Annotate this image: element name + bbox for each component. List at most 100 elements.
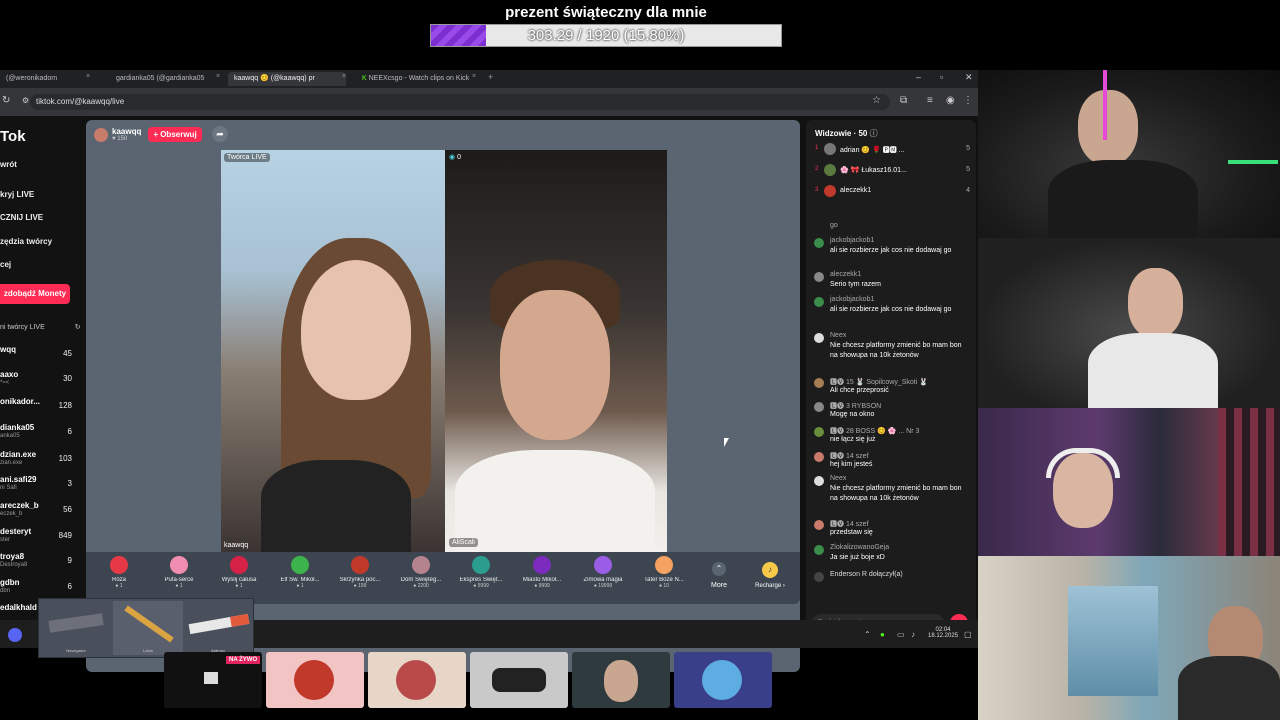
creator-item[interactable]: dianka05 anka05 6 [0, 422, 76, 444]
gift-item[interactable]: Skrzynka poc... ● 199 [332, 556, 388, 589]
top-viewer-row[interactable]: 3 aleczekk1 4 [812, 184, 972, 200]
mic-icon[interactable]: ● [880, 630, 885, 639]
creator-item[interactable]: gdbn dbn 6 [0, 577, 76, 599]
close-icon[interactable]: × [342, 73, 346, 80]
gift-item[interactable]: Elf Św. Mikoł... ● 1 [272, 556, 328, 589]
volume-icon[interactable]: ♪ [911, 630, 915, 639]
refresh-icon[interactable]: ↻ [75, 324, 81, 331]
creator-live-tag: Twórca LIVE [224, 153, 270, 162]
tray-clock[interactable]: 02:04 18.12.2025 [928, 627, 958, 639]
gift-item[interactable]: Pufa-serce ● 1 [151, 556, 207, 589]
close-icon[interactable]: × [472, 73, 476, 80]
close-icon[interactable]: × [216, 73, 220, 80]
minimize-icon[interactable]: – [916, 72, 921, 82]
creator-item[interactable]: areczek_b eczek_b 56 [0, 500, 76, 522]
gift-bar: Róża ● 1 Pufa-serce ● 1 Wyślij całusa ● 1 E… [86, 552, 800, 604]
mouse-cursor-icon [724, 438, 729, 447]
rifle-icon [48, 613, 104, 633]
reload-icon[interactable]: ↻ [2, 95, 10, 106]
creator-item[interactable]: troya8 Destroya8 9 [0, 551, 76, 573]
creators-title: ni twórcy LIVE ↻ [0, 324, 81, 331]
tab-gardianka[interactable]: gardianka05 (@gardianka05 [110, 72, 215, 86]
bottom-tile[interactable] [470, 652, 568, 708]
bottom-tile[interactable] [266, 652, 364, 708]
chat-panel: Widzowie · 50 ⓘ 1 adrian 😊 🌹 🅿🅼 ... 5 2 🌸 🎀… [806, 120, 976, 642]
weapon-card: Lotus [113, 601, 183, 655]
gift-item[interactable]: Róża ● 1 [91, 556, 147, 589]
chat-message: 🅻🅥 28 BOSS 😊 🌸 ... Nr 3 nie łącz się już [812, 426, 972, 446]
tab-kaawqq[interactable]: kaawqq 😊 (@kaawqq) pr [228, 72, 346, 86]
gift-item[interactable]: Miasto Mikoł... ● 9999 [514, 556, 570, 589]
creator-item[interactable]: desteryt ster 849 [0, 526, 76, 548]
profile-icon[interactable]: ◉ [946, 95, 955, 106]
tiktok-logo: Tok [0, 128, 26, 145]
gift-item[interactable]: Wyślij całusa ● 1 [211, 556, 267, 589]
nav-back[interactable]: wrót [0, 160, 17, 169]
tab-weronika[interactable]: (@weronikadom [0, 72, 90, 86]
person-head [1078, 90, 1138, 165]
creator-item[interactable]: aaxo *≈< 30 [0, 369, 76, 391]
extensions-icon[interactable]: ⧉ [900, 95, 907, 106]
avatar [702, 660, 742, 700]
creator-item[interactable]: dzian.exe zian.exe 103 [0, 449, 76, 471]
bookmark-star-icon[interactable]: ☆ [872, 95, 881, 106]
tray-chevron-icon[interactable]: ⌃ [864, 630, 871, 639]
nav-start-live[interactable]: CZNIJ LIVE [0, 213, 43, 222]
webcam-4 [978, 556, 1280, 720]
share-icon[interactable]: ➦ [212, 126, 228, 142]
kiss-icon [230, 556, 248, 574]
close-window-icon[interactable]: ✕ [965, 72, 973, 83]
gift-box-icon [351, 556, 369, 574]
discord-icon[interactable] [8, 628, 22, 642]
media-icon[interactable]: ≡ [927, 95, 933, 106]
gift-item[interactable]: Dom Święteg... ● 2200 [393, 556, 449, 589]
bottom-tile[interactable] [572, 652, 670, 708]
tab-neexcsgo[interactable]: K NEEXcsgo - Watch clips on Kick [356, 72, 471, 86]
more-gifts-button[interactable]: ⌃ More [704, 562, 734, 589]
heart-puff-icon [170, 556, 188, 574]
network-icon[interactable]: ▭ [897, 630, 905, 639]
creator-item[interactable]: ani.safi29 ni Safi 3 [0, 474, 76, 496]
nav-creator-tools[interactable]: zędzia twórcy [0, 237, 52, 246]
video-right [445, 150, 667, 553]
house-icon [412, 556, 430, 574]
close-icon[interactable]: × [86, 73, 90, 80]
host-name[interactable]: kaawqq [112, 127, 141, 136]
follow-button[interactable]: + Obserwuj [148, 127, 202, 142]
creator-item[interactable]: wqq 45 [0, 344, 76, 366]
maximize-icon[interactable]: ▫ [940, 72, 943, 82]
site-info-icon[interactable]: ⚙ [22, 96, 29, 105]
coin-icon: ♪ [762, 562, 778, 578]
host-avatar[interactable] [94, 128, 108, 142]
top-viewer-row[interactable]: 1 adrian 😊 🌹 🅿🅼 ... 5 [812, 142, 972, 158]
eye-icon: ◉ [449, 154, 458, 161]
notifications-icon[interactable]: ▢ [964, 630, 972, 639]
avatar [604, 660, 638, 702]
top-viewer-row[interactable]: 2 🌸 🎀 Łukasz16.01... 5 [812, 163, 972, 179]
get-coins-button[interactable]: zdobądź Monety [0, 284, 70, 304]
bottom-tile[interactable] [674, 652, 772, 708]
nav-discover-live[interactable]: kryj LIVE [0, 190, 34, 199]
chat-message: jackobjackob1 ali sie rozbierze jak cos n… [812, 296, 972, 326]
browser-window: (@weronikadom × gardianka05 (@gardianka0… [0, 70, 978, 672]
nav-more[interactable]: cej [0, 260, 11, 269]
monitor-icon [204, 672, 218, 684]
person-head [1128, 268, 1183, 338]
info-icon[interactable]: ⓘ [870, 129, 878, 138]
menu-icon[interactable]: ⋮ [963, 95, 973, 106]
gift-item[interactable]: Zimowa magia ● 19999 [575, 556, 631, 589]
new-tab-button[interactable]: + [488, 72, 493, 82]
headphones-icon [1046, 448, 1120, 478]
url-field[interactable]: tiktok.com/@kaawqq/live [30, 94, 890, 110]
left-streamer-name: kaawqq [224, 542, 249, 549]
person-body [1048, 160, 1198, 240]
gift-item[interactable]: Ekspres Święt... ● 5999 [453, 556, 509, 589]
curtain [1218, 408, 1280, 556]
bottom-tile[interactable] [368, 652, 466, 708]
creator-item[interactable]: onikador... 128 [0, 396, 76, 418]
car-image [492, 668, 546, 692]
kick-icon: K [362, 75, 369, 82]
guest-face [500, 290, 610, 440]
recharge-button[interactable]: ♪ Recharge › [750, 562, 790, 589]
gift-item[interactable]: Tater Boże N... ● 10 [636, 556, 692, 589]
